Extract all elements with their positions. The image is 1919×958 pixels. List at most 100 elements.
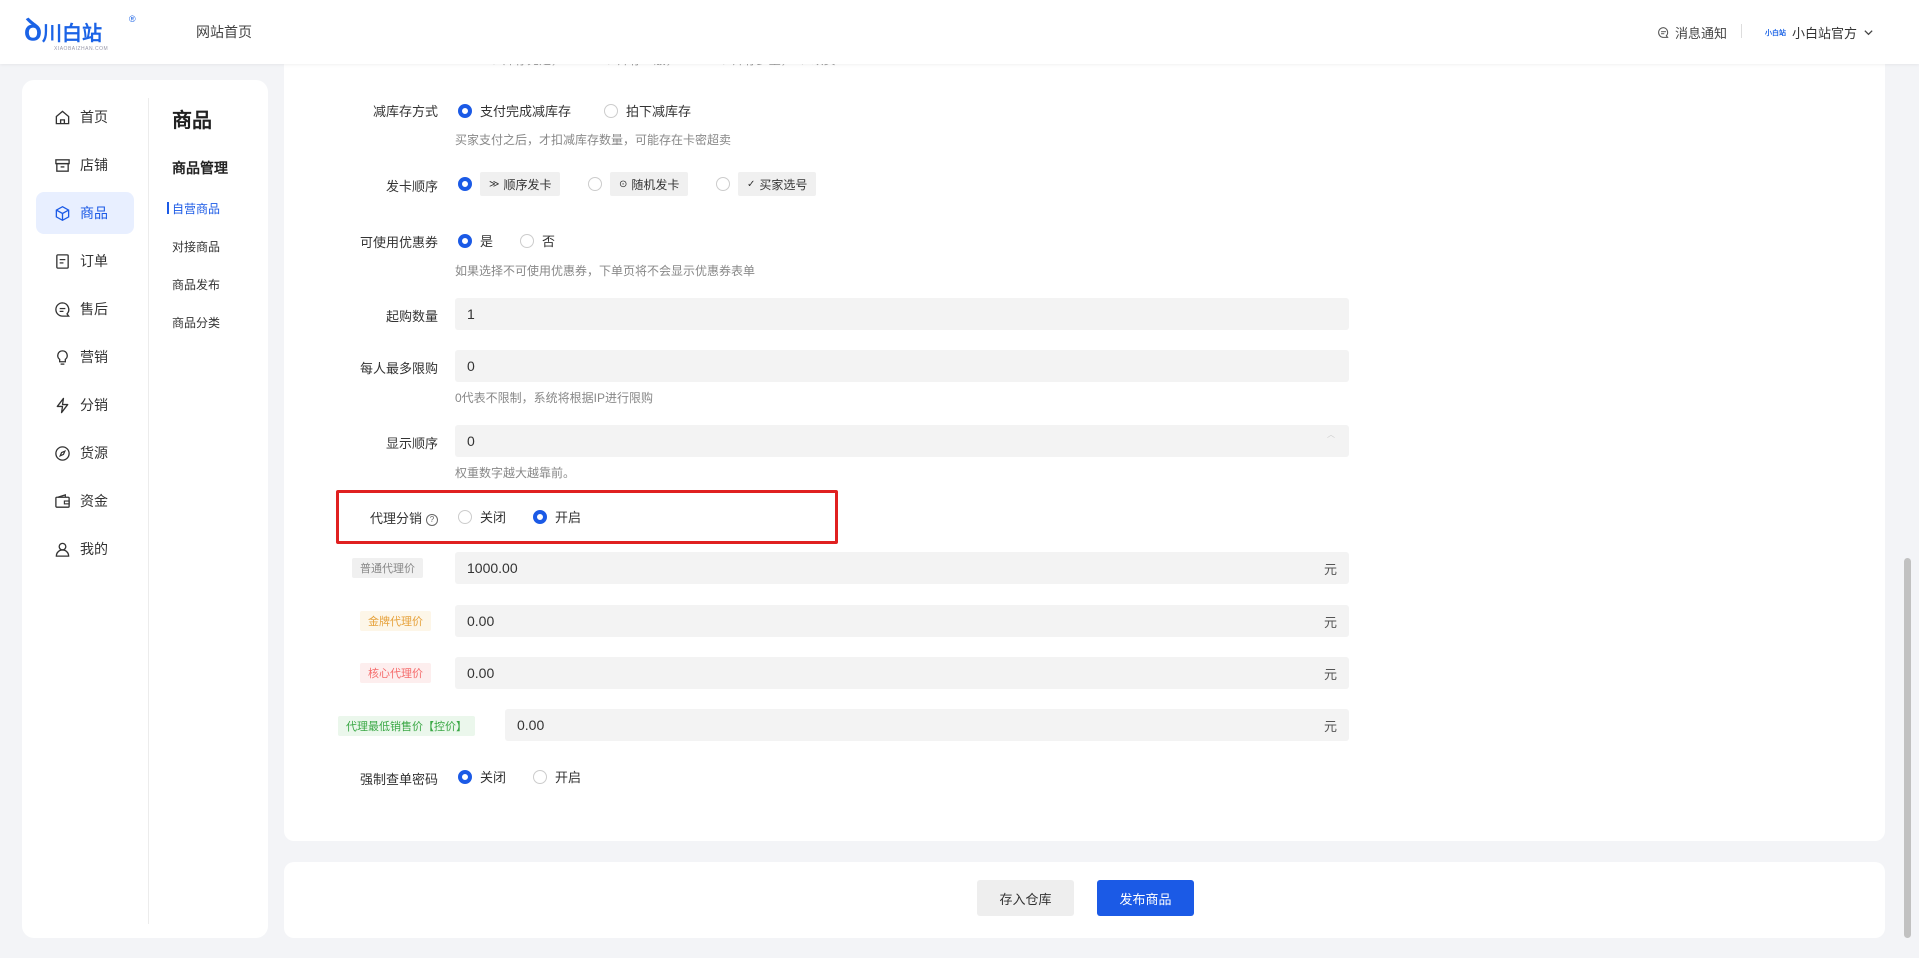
radio-dot bbox=[604, 103, 618, 118]
header-divider bbox=[1741, 24, 1742, 38]
coupon-option-yes[interactable]: 是 bbox=[458, 231, 493, 250]
logo-text: 川白站 bbox=[41, 22, 102, 45]
input-value: 1000.00 bbox=[467, 560, 518, 576]
input-value: 1 bbox=[467, 306, 475, 322]
cube-icon bbox=[55, 205, 70, 221]
card-order-option-random[interactable]: ⊙ 随机发卡 bbox=[588, 172, 689, 196]
input-value: 0.00 bbox=[517, 717, 545, 733]
input-value: 0.00 bbox=[467, 665, 495, 681]
left-panel: 首页 店铺 商品 订单 售后 营销 分销 货源 资金 我的 商品 商品管理 自营… bbox=[22, 80, 268, 938]
stock-reduce-option-order[interactable]: 拍下减库存 bbox=[604, 101, 691, 120]
subnav-item-own-goods[interactable]: 自营商品 bbox=[166, 200, 220, 217]
wallet-icon bbox=[55, 493, 70, 508]
logo-subtext: XIAOBAIZHAN.COM bbox=[54, 46, 109, 52]
subnav-item-docked-goods[interactable]: 对接商品 bbox=[172, 238, 220, 255]
sidebar-item-marketing[interactable]: 营销 bbox=[36, 336, 134, 378]
stepper-up-icon[interactable]: ︿ bbox=[1327, 429, 1335, 440]
sidebar-item-supply[interactable]: 货源 bbox=[36, 432, 134, 474]
agent-option-off[interactable]: 关闭 bbox=[458, 507, 506, 526]
agent-option-on[interactable]: 开启 bbox=[533, 507, 581, 526]
max-qty-input[interactable]: 0 bbox=[455, 350, 1349, 382]
radio-label: 否 bbox=[542, 234, 556, 249]
sort-input[interactable]: 0 ︿ bbox=[455, 425, 1349, 457]
subnav-item-publish[interactable]: 商品发布 bbox=[172, 276, 220, 293]
sidebar-item-label: 商品 bbox=[80, 205, 108, 221]
card-order-option-buyer-pick[interactable]: ✓ 买家选号 bbox=[716, 172, 817, 196]
sidebar-item-mine[interactable]: 我的 bbox=[36, 528, 134, 570]
site-home-link[interactable]: 网站首页 bbox=[196, 22, 252, 42]
radio-label: 开启 bbox=[555, 770, 582, 785]
tag-label: 买家选号 bbox=[759, 177, 808, 192]
stock-reduce-hint: 买家支付之后，才扣减库存数量，可能存在卡密超卖 bbox=[455, 133, 732, 147]
sidebar-item-orders[interactable]: 订单 bbox=[36, 240, 134, 282]
sidebar-item-store[interactable]: 店铺 bbox=[36, 144, 134, 186]
price-input-normal[interactable]: 1000.00 元 bbox=[455, 552, 1349, 584]
sidebar-item-label: 售后 bbox=[80, 301, 108, 317]
radio-label: 支付完成减库存 bbox=[480, 104, 572, 119]
sidebar-item-aftersale[interactable]: 售后 bbox=[36, 288, 134, 330]
stock-reduce-label: 减库存方式 bbox=[372, 104, 438, 119]
subnav-group-title: 商品管理 bbox=[172, 160, 228, 176]
site-logo[interactable]: ꝺ 川白站 ® XIAOBAIZHAN.COM bbox=[24, 14, 136, 52]
sidebar-item-label: 我的 bbox=[80, 541, 108, 557]
radio-dot bbox=[716, 177, 730, 191]
user-icon bbox=[55, 542, 70, 557]
sidebar-item-funds[interactable]: 资金 bbox=[36, 480, 134, 522]
lightning-icon bbox=[56, 397, 69, 413]
notice-link[interactable]: 消息通知 bbox=[1657, 23, 1727, 42]
card-order-label: 发卡顺序 bbox=[385, 179, 438, 194]
card-order-option-sequential[interactable]: ≫ 顺序发卡 bbox=[458, 172, 561, 196]
publish-goods-button[interactable]: 发布商品 bbox=[1097, 880, 1194, 916]
save-to-warehouse-button[interactable]: 存入仓库 bbox=[977, 880, 1074, 916]
price-input-min-sale[interactable]: 0.00 元 bbox=[505, 709, 1349, 741]
user-name: 小白站官方 bbox=[1792, 26, 1858, 41]
unit-label: 元 bbox=[1323, 666, 1337, 682]
query-pwd-label: 强制查单密码 bbox=[359, 772, 438, 787]
help-icon[interactable]: ? bbox=[426, 513, 438, 526]
price-label-min-sale: 代理最低销售价【控价】 bbox=[338, 716, 475, 736]
price-input-gold[interactable]: 0.00 元 bbox=[455, 605, 1349, 637]
radio-dot bbox=[458, 233, 472, 248]
query-pwd-option-on[interactable]: 开启 bbox=[533, 767, 581, 786]
user-menu[interactable]: 小白站 小白站官方 bbox=[1765, 23, 1874, 42]
notice-label: 消息通知 bbox=[1675, 26, 1728, 41]
coupon-label: 可使用优惠券 bbox=[359, 235, 438, 250]
price-input-core[interactable]: 0.00 元 bbox=[455, 657, 1349, 689]
price-label-core: 核心代理价 bbox=[360, 663, 431, 683]
sort-hint: 权重数字越大越靠前。 bbox=[455, 466, 576, 480]
input-value: 0 bbox=[467, 358, 475, 374]
registered-icon: ® bbox=[129, 14, 136, 24]
radio-dot bbox=[588, 177, 602, 191]
sidebar-item-home[interactable]: 首页 bbox=[36, 96, 134, 138]
max-qty-label: 每人最多限购 bbox=[359, 361, 438, 376]
radio-dot bbox=[520, 233, 534, 248]
stock-reduce-option-paid[interactable]: 支付完成减库存 bbox=[458, 101, 571, 120]
radio-dot bbox=[458, 177, 472, 191]
radio-label: 关闭 bbox=[480, 770, 507, 785]
compass-icon bbox=[55, 445, 70, 461]
subnav-title: 商品 bbox=[172, 110, 212, 132]
page-scrollbar[interactable] bbox=[1904, 558, 1911, 938]
sidebar-item-label: 货源 bbox=[80, 445, 108, 461]
radio-label: 开启 bbox=[555, 510, 582, 525]
subnav-item-category[interactable]: 商品分类 bbox=[172, 314, 220, 331]
unit-label: 元 bbox=[1323, 718, 1337, 734]
query-pwd-option-off[interactable]: 关闭 bbox=[458, 767, 506, 786]
user-avatar: 小白站 bbox=[1765, 29, 1786, 37]
chevron-down-icon bbox=[1864, 30, 1873, 36]
sidebar-item-label: 分销 bbox=[80, 397, 108, 413]
home-icon bbox=[55, 109, 70, 124]
price-label-gold: 金牌代理价 bbox=[360, 611, 431, 631]
input-value: 0.00 bbox=[467, 613, 495, 629]
min-qty-input[interactable]: 1 bbox=[455, 298, 1349, 330]
sidebar-item-distribution[interactable]: 分销 bbox=[36, 384, 134, 426]
radio-dot bbox=[458, 103, 472, 118]
question-circle-icon: ⊙ bbox=[619, 178, 628, 190]
radio-dot bbox=[533, 769, 547, 784]
sort-label: 显示顺序 bbox=[385, 436, 438, 451]
coupon-option-no[interactable]: 否 bbox=[520, 231, 555, 250]
sidebar-item-label: 营销 bbox=[80, 349, 108, 365]
sidebar-item-goods[interactable]: 商品 bbox=[36, 192, 134, 234]
sidebar-item-label: 店铺 bbox=[80, 157, 108, 173]
radio-dot bbox=[458, 509, 472, 524]
